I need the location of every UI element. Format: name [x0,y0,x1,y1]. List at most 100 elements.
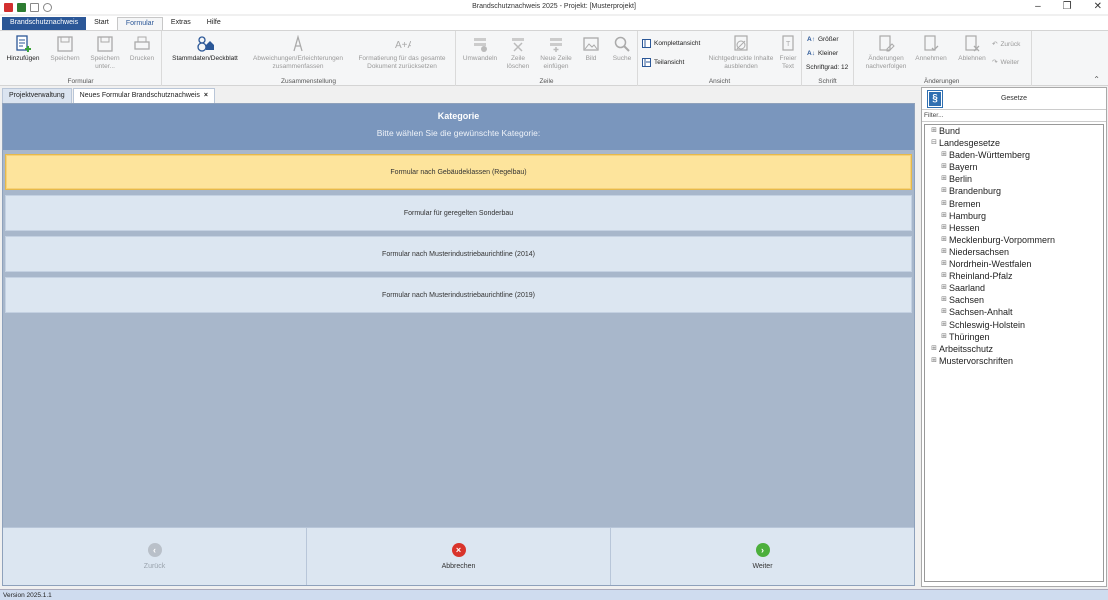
font-bigger-button[interactable]: A↑ Größer [807,36,839,43]
category-option-0[interactable]: Formular nach Gebäudeklassen (Regelbau) [5,154,912,190]
tree-item[interactable]: ⊞ Baden-Württemberg [925,149,1103,161]
search-icon [614,36,630,52]
expand-icon[interactable]: ⊞ [929,343,939,355]
expand-icon[interactable]: ⊞ [939,246,949,258]
tree-item-label: Berlin [949,174,973,185]
group-schrift: A↑ Größer A↓ Kleiner Schriftgrad: 12 Sch… [802,31,854,86]
tree-item[interactable]: ⊞ Sachsen [925,294,1103,306]
expand-icon[interactable]: ⊞ [939,306,949,318]
tree-item[interactable]: ⊞ Arbeitsschutz [925,343,1103,355]
expand-icon[interactable]: ⊞ [939,319,949,331]
free-text-button[interactable]: T Freier Text [776,35,800,70]
laws-filter-input[interactable]: Filter... [922,110,1106,122]
tree-item[interactable]: ⊞ Nordrhein-Westfalen [925,258,1103,270]
tree-item[interactable]: ⊞ Bund [925,125,1103,137]
hide-nonprinted-icon [734,35,748,51]
tree-item[interactable]: ⊞ Hamburg [925,210,1103,222]
back-change-button[interactable]: ↶ Zurück [992,40,1020,49]
delete-row-button[interactable]: Zeile löschen [502,35,534,70]
close-icon[interactable]: ✕ [1094,1,1102,12]
collapse-ribbon-icon[interactable]: ⌃ [1093,75,1100,84]
next-change-label: Weiter [1000,58,1020,66]
group-zeile: Umwandeln Zeile löschen Neue Zeile einfü… [456,31,638,86]
forward-arrow-icon: ↷ [992,59,998,66]
tree-item[interactable]: ⊞ Berlin [925,173,1103,185]
font-smaller-button[interactable]: A↓ Kleiner [807,50,838,57]
next-change-button[interactable]: ↷ Weiter [992,58,1020,67]
tree-item[interactable]: ⊞ Mustervorschriften [925,355,1103,367]
cancel-button-label: Abbrechen [441,563,476,570]
group-label-zusammenstellung: Zusammenstellung [281,78,336,85]
partial-view-button[interactable]: Teilansicht [642,58,684,67]
next-button[interactable]: › Weiter [611,528,914,585]
full-view-label: Komplettansicht [654,40,701,47]
tree-item[interactable]: ⊞ Brandenburg [925,185,1103,197]
tree-item[interactable]: ⊞ Thüringen [925,331,1103,343]
expand-icon[interactable]: ⊞ [929,125,939,137]
expand-icon[interactable]: ⊞ [929,355,939,367]
tree-item[interactable]: ⊞ Rheinland-Pfalz [925,270,1103,282]
expand-icon[interactable]: ⊞ [939,149,949,161]
tree-item[interactable]: ⊞ Mecklenburg-Vorpommern [925,234,1103,246]
tree-item-label: Rheinland-Pfalz [949,271,1013,282]
collapse-icon[interactable]: ⊟ [929,137,939,149]
category-option-3[interactable]: Formular nach Musterindustriebaurichtlin… [5,277,912,313]
tree-item[interactable]: ⊞ Saarland [925,282,1103,294]
expand-icon[interactable]: ⊞ [939,222,949,234]
expand-icon[interactable]: ⊞ [939,282,949,294]
tree-item[interactable]: ⊞ Niedersachsen [925,246,1103,258]
expand-icon[interactable]: ⊞ [939,234,949,246]
cancel-button[interactable]: × Abbrechen [307,528,611,585]
maximize-icon[interactable]: ❐ [1063,1,1072,12]
ribbon-tab-start[interactable]: Start [86,17,117,30]
tree-item[interactable]: ⊟ Landesgesetze [925,137,1103,149]
convert-button[interactable]: Umwandeln [460,35,500,63]
minimize-icon[interactable]: – [1035,1,1041,12]
expand-icon[interactable]: ⊞ [939,210,949,222]
tree-item[interactable]: ⊞ Hessen [925,222,1103,234]
save-button[interactable]: Speichern [48,35,82,63]
expand-icon[interactable]: ⊞ [939,294,949,306]
save-as-button[interactable]: Speichern unter... [88,35,122,70]
expand-icon[interactable]: ⊞ [939,331,949,343]
ribbon-tab-extras[interactable]: Extras [163,17,199,30]
expand-icon[interactable]: ⊞ [939,270,949,282]
expand-icon[interactable]: ⊞ [939,173,949,185]
insert-row-button[interactable]: Neue Zeile einfügen [536,35,576,70]
category-option-1[interactable]: Formular für geregelten Sonderbau [5,195,912,231]
expand-icon[interactable]: ⊞ [939,198,949,210]
search-button[interactable]: Suche [608,35,636,63]
image-button[interactable]: Bild [578,35,604,63]
expand-icon[interactable]: ⊞ [939,258,949,270]
accept-button[interactable]: Annehmen [914,35,948,63]
track-changes-button[interactable]: Änderungen nachverfolgen [858,35,914,70]
expand-icon[interactable]: ⊞ [939,185,949,197]
accept-icon [924,35,939,51]
tree-item[interactable]: ⊞ Bremen [925,198,1103,210]
print-button[interactable]: Drucken [126,35,158,63]
tree-item[interactable]: ⊞ Bayern [925,161,1103,173]
reject-button[interactable]: Ablehnen [954,35,990,63]
ribbon-tab-formular[interactable]: Formular [116,17,163,30]
back-button[interactable]: ‹ Zurück [3,528,307,585]
ribbon-tabs: Brandschutznachweis Start Formular Extras Hi… [0,16,1108,30]
abweichungen-button[interactable]: Abweichungen/Erleichterungen zusammenfas… [248,35,348,70]
full-view-button[interactable]: Komplettansicht [642,39,700,48]
tree-item[interactable]: ⊞ Sachsen-Anhalt [925,306,1103,318]
tree-item-label: Arbeitsschutz [939,343,994,354]
reject-label: Ablehnen [958,55,986,62]
add-button[interactable]: Hinzufügen [4,35,42,63]
group-label-formular: Formular [67,78,94,85]
category-option-2[interactable]: Formular nach Musterindustriebaurichtlin… [5,236,912,272]
tree-item[interactable]: ⊞ Schleswig-Holstein [925,319,1103,331]
tree-item-label: Schleswig-Holstein [949,319,1026,330]
hide-nonprinted-button[interactable]: Nichtgedruckte Inhalte ausblenden [708,35,774,70]
stammdaten-button[interactable]: Stammdaten/Deckblatt [168,35,242,63]
ribbon-tab-brandschutznachweis[interactable]: Brandschutznachweis [2,17,87,30]
doc-tab-0[interactable]: Projektverwaltung [2,88,72,103]
expand-icon[interactable]: ⊞ [939,161,949,173]
close-tab-icon[interactable]: × [204,92,208,99]
formatierung-button[interactable]: A+A Formatierung für das gesamte Dokumen… [352,35,452,70]
doc-tab-1[interactable]: Neues Formular Brandschutznachweis × [72,88,215,103]
ribbon-tab-hilfe[interactable]: Hilfe [199,17,229,30]
